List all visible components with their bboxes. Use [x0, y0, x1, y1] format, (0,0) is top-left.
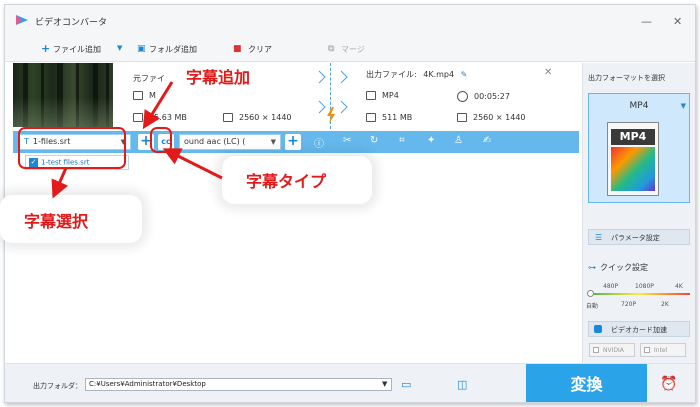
annotation-arrows [51, 81, 223, 199]
annotation-subtitle-select: 字幕選択 [24, 212, 89, 231]
annotation-add-subtitle: 字幕追加 [186, 68, 251, 87]
annotation-subtitle-type: 字幕タイプ [246, 172, 327, 191]
